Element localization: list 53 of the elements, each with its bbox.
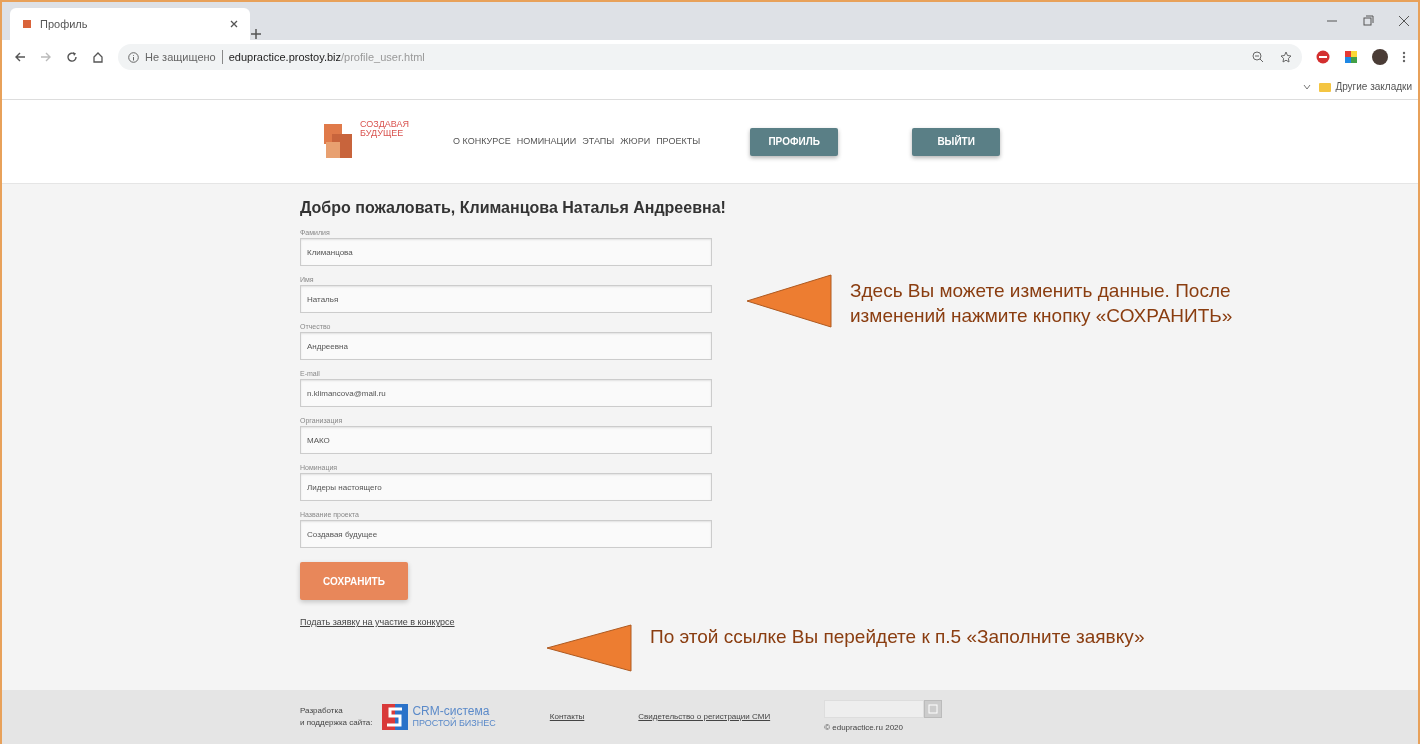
input-field[interactable]: Наталья [300,285,712,313]
nav-link[interactable]: ЭТАПЫ [582,134,615,149]
back-icon[interactable] [14,51,26,63]
close-icon[interactable] [1398,15,1410,27]
logo-text: БУДУЩЕЕ [360,128,404,138]
logo-text: СОЗДАВАЯ [360,119,410,129]
new-tab-icon[interactable] [250,28,262,40]
annotation-text: Здесь Вы можете изменить данные. После изменений нажмите кнопку «СОХРАНИТЬ» [850,279,1234,328]
security-note: Не защищено [145,49,216,65]
info-icon [128,51,139,63]
developer-label: Разработка [300,705,344,717]
close-icon[interactable] [230,20,238,28]
input-field[interactable]: Климанцова [300,238,712,266]
crm-text: CRM-система [412,705,491,718]
input-field[interactable]: Лидеры настоящего [300,473,712,501]
contacts-link[interactable]: Контакты [549,711,585,723]
folder-icon [1319,81,1332,92]
annotation-text: По этой ссылке Вы перейдете к п.5 «Заполните заявку» [650,625,1146,649]
search-field[interactable] [824,700,925,718]
color-palette-icon[interactable] [1344,50,1358,64]
header-button[interactable]: ВЫЙТИ [912,127,1001,156]
restore-icon[interactable] [1362,15,1374,27]
certificate-link[interactable]: Свидетельство о регистрации СМИ [638,711,771,723]
nav-link[interactable]: НОМИНАЦИИ [516,134,577,149]
nav-link[interactable]: О КОНКУРСЕ [453,134,511,149]
site-icon [22,19,32,29]
browser-tab[interactable]: Профиль [10,8,250,40]
nav-link[interactable]: ПРОЕКТЫ [656,134,701,149]
star-icon[interactable] [1280,51,1292,63]
url-text[interactable]: edupractice.prostoy.biz/profile_user.html [228,48,425,66]
menu-icon[interactable] [1402,51,1406,63]
nav-link[interactable]: ЖЮРИ [620,134,651,149]
zoom-icon[interactable] [1252,51,1264,63]
apply-link[interactable]: Подать заявку на участие в конкурсе [300,616,455,630]
reload-icon[interactable] [66,51,78,63]
copyright-text: © edupractice.ru 2020 [824,722,904,734]
crm-logo-icon [382,704,409,730]
greeting-heading: Добро пожаловать, Климанцова Наталья Андреевна! [300,198,727,218]
input-field[interactable]: МАКО [300,426,712,454]
chevron-icon[interactable] [1303,82,1312,91]
stop-sign-icon[interactable] [1316,50,1330,64]
input-field[interactable]: n.klimancova@mail.ru [300,379,712,407]
crm-text: ПРОСТОЙ БИЗНЕС [412,718,496,729]
bookmarks-folder[interactable]: Другие закладки [1319,79,1412,94]
input-field[interactable]: Создавая будущее [300,520,712,548]
header-button[interactable]: ПРОФИЛЬ [750,127,839,156]
developer-label: и поддержка сайта: [300,717,373,729]
avatar-icon[interactable] [1372,49,1388,65]
input-field[interactable]: Андреевна [300,332,712,360]
home-icon[interactable] [92,51,104,63]
pointer-arrow-icon [746,274,832,328]
tab-title: Профиль [40,16,89,32]
pointer-arrow-icon [546,624,632,672]
